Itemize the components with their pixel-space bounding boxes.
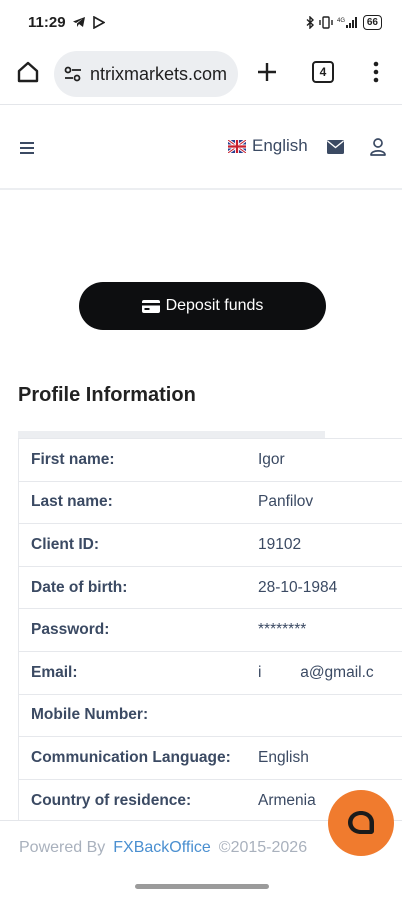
field-value: 19102 [258, 535, 302, 553]
field-label: Last name: [31, 493, 113, 511]
profile-table: First name: Igor Last name: Panfilov Cli… [18, 438, 402, 822]
table-row: Password: ******** [18, 608, 402, 651]
field-label: Email: [31, 663, 78, 681]
more-menu-icon[interactable] [366, 60, 386, 84]
vibrate-icon [319, 15, 333, 29]
page-title: Profile Information [18, 384, 196, 406]
live-chat-button[interactable] [328, 790, 394, 856]
status-time: 11:29 [28, 13, 66, 31]
field-label: Mobile Number: [31, 706, 149, 724]
copyright-text: ©2015-2026 [218, 838, 308, 856]
site-settings-icon[interactable] [62, 63, 84, 85]
status-right: 4G 66 [306, 14, 382, 30]
uk-flag-icon [228, 139, 246, 153]
status-bar: 11:29 4G 66 [0, 0, 402, 44]
battery-indicator: 66 [362, 14, 382, 30]
field-label: Password: [31, 621, 110, 639]
new-tab-icon[interactable] [255, 60, 279, 84]
table-row: Last name: Panfilov [18, 480, 402, 524]
field-value: Armenia [258, 791, 316, 809]
table-row: Communication Language: English [18, 736, 402, 779]
field-label: First name: [31, 450, 115, 468]
telegram-icon [72, 17, 85, 27]
url-text: ntrixmarkets.com [90, 63, 228, 84]
fxbackoffice-link[interactable]: FXBackOffice [113, 839, 211, 857]
language-label: English [252, 136, 308, 155]
play-icon [92, 15, 105, 29]
svg-text:4G: 4G [337, 18, 345, 24]
table-row: Email: i a@gmail.c [18, 650, 402, 694]
field-value: Igor [258, 450, 285, 468]
table-row: Mobile Number: [18, 693, 402, 737]
signal-icon: 4G [337, 16, 357, 28]
field-label: Client ID: [31, 535, 100, 553]
field-label: Date of birth: [31, 578, 128, 596]
tab-switcher-button[interactable]: 4 [312, 61, 334, 83]
hamburger-menu-icon[interactable] [20, 141, 34, 155]
field-value: ******** [258, 621, 307, 639]
mail-icon[interactable] [327, 140, 344, 154]
field-value: English [258, 748, 309, 766]
home-icon[interactable] [14, 58, 42, 86]
bluetooth-icon [306, 15, 314, 29]
table-row: First name: Igor [18, 438, 402, 481]
field-value: Panfilov [258, 493, 314, 511]
field-value: 28-10-1984 [258, 578, 338, 596]
powered-by-text: Powered By [19, 838, 106, 856]
user-icon[interactable] [370, 138, 386, 156]
deposit-funds-button[interactable]: Deposit funds [79, 282, 326, 330]
browser-toolbar: ntrixmarkets.com 4 [0, 44, 402, 104]
chat-icon [348, 811, 374, 834]
credit-card-icon [141, 299, 160, 313]
address-bar[interactable]: ntrixmarkets.com [54, 51, 238, 97]
gesture-bar[interactable] [135, 884, 269, 889]
field-value: i a@gmail.c [258, 663, 374, 681]
field-label: Communication Language: [31, 748, 231, 766]
field-label: Country of residence: [31, 791, 192, 809]
language-selector[interactable]: English [228, 136, 308, 156]
status-left: 11:29 [28, 14, 105, 31]
table-row: Date of birth: 28-10-1984 [18, 565, 402, 609]
table-row: Client ID: 19102 [18, 523, 402, 566]
tab-underline [18, 431, 325, 438]
deposit-funds-label: Deposit funds [165, 297, 264, 314]
site-header: English [0, 104, 402, 190]
